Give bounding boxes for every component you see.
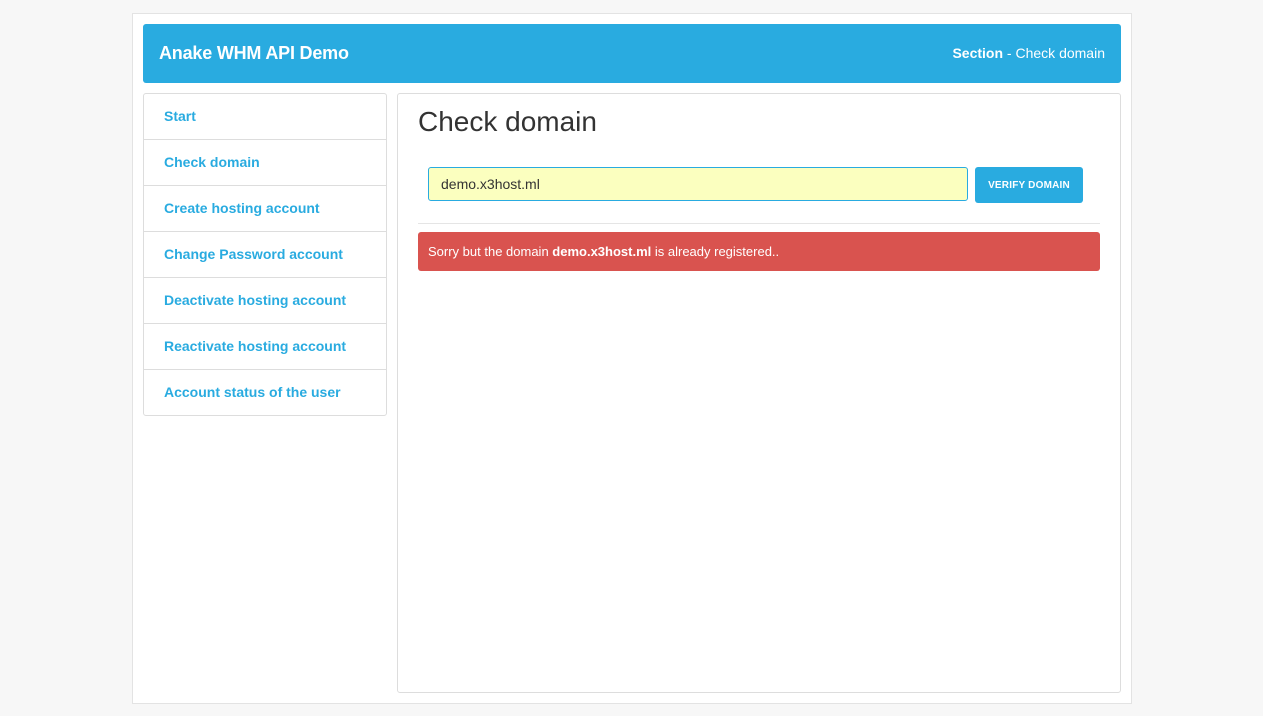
sidebar-item-change-password-account[interactable]: Change Password account [144, 231, 386, 277]
sidebar-item-create-hosting-account[interactable]: Create hosting account [144, 185, 386, 231]
sidebar-item-reactivate-hosting-account[interactable]: Reactivate hosting account [144, 323, 386, 369]
sidebar-menu: Start Check domain Create hosting accoun… [143, 93, 387, 416]
sidebar-item-deactivate-hosting-account[interactable]: Deactivate hosting account [144, 277, 386, 323]
current-section: Section - Check domain [952, 45, 1105, 61]
section-label: Section [952, 45, 1004, 61]
alert-text-suffix: is already registered.. [651, 244, 780, 259]
sidebar-item-account-status[interactable]: Account status of the user [144, 369, 386, 415]
section-value: Check domain [1015, 45, 1106, 61]
page-frame: Anake WHM API Demo Section - Check domai… [132, 13, 1132, 704]
domain-registered-alert: Sorry but the domain demo.x3host.ml is a… [418, 232, 1100, 271]
sidebar-item-start[interactable]: Start [144, 94, 386, 139]
domain-input[interactable] [428, 167, 968, 201]
alert-domain: demo.x3host.ml [552, 244, 652, 259]
divider [418, 223, 1100, 224]
verify-domain-button[interactable]: VERIFY DOMAIN [975, 167, 1083, 203]
section-separator: - [1003, 45, 1016, 61]
top-navbar: Anake WHM API Demo Section - Check domai… [143, 24, 1121, 83]
page-title: Check domain [418, 106, 597, 137]
app-title[interactable]: Anake WHM API Demo [159, 43, 349, 64]
sidebar-item-check-domain[interactable]: Check domain [144, 139, 386, 185]
main-panel: Check domain VERIFY DOMAIN Sorry but the… [397, 93, 1121, 693]
alert-text-prefix: Sorry but the domain [428, 244, 553, 259]
